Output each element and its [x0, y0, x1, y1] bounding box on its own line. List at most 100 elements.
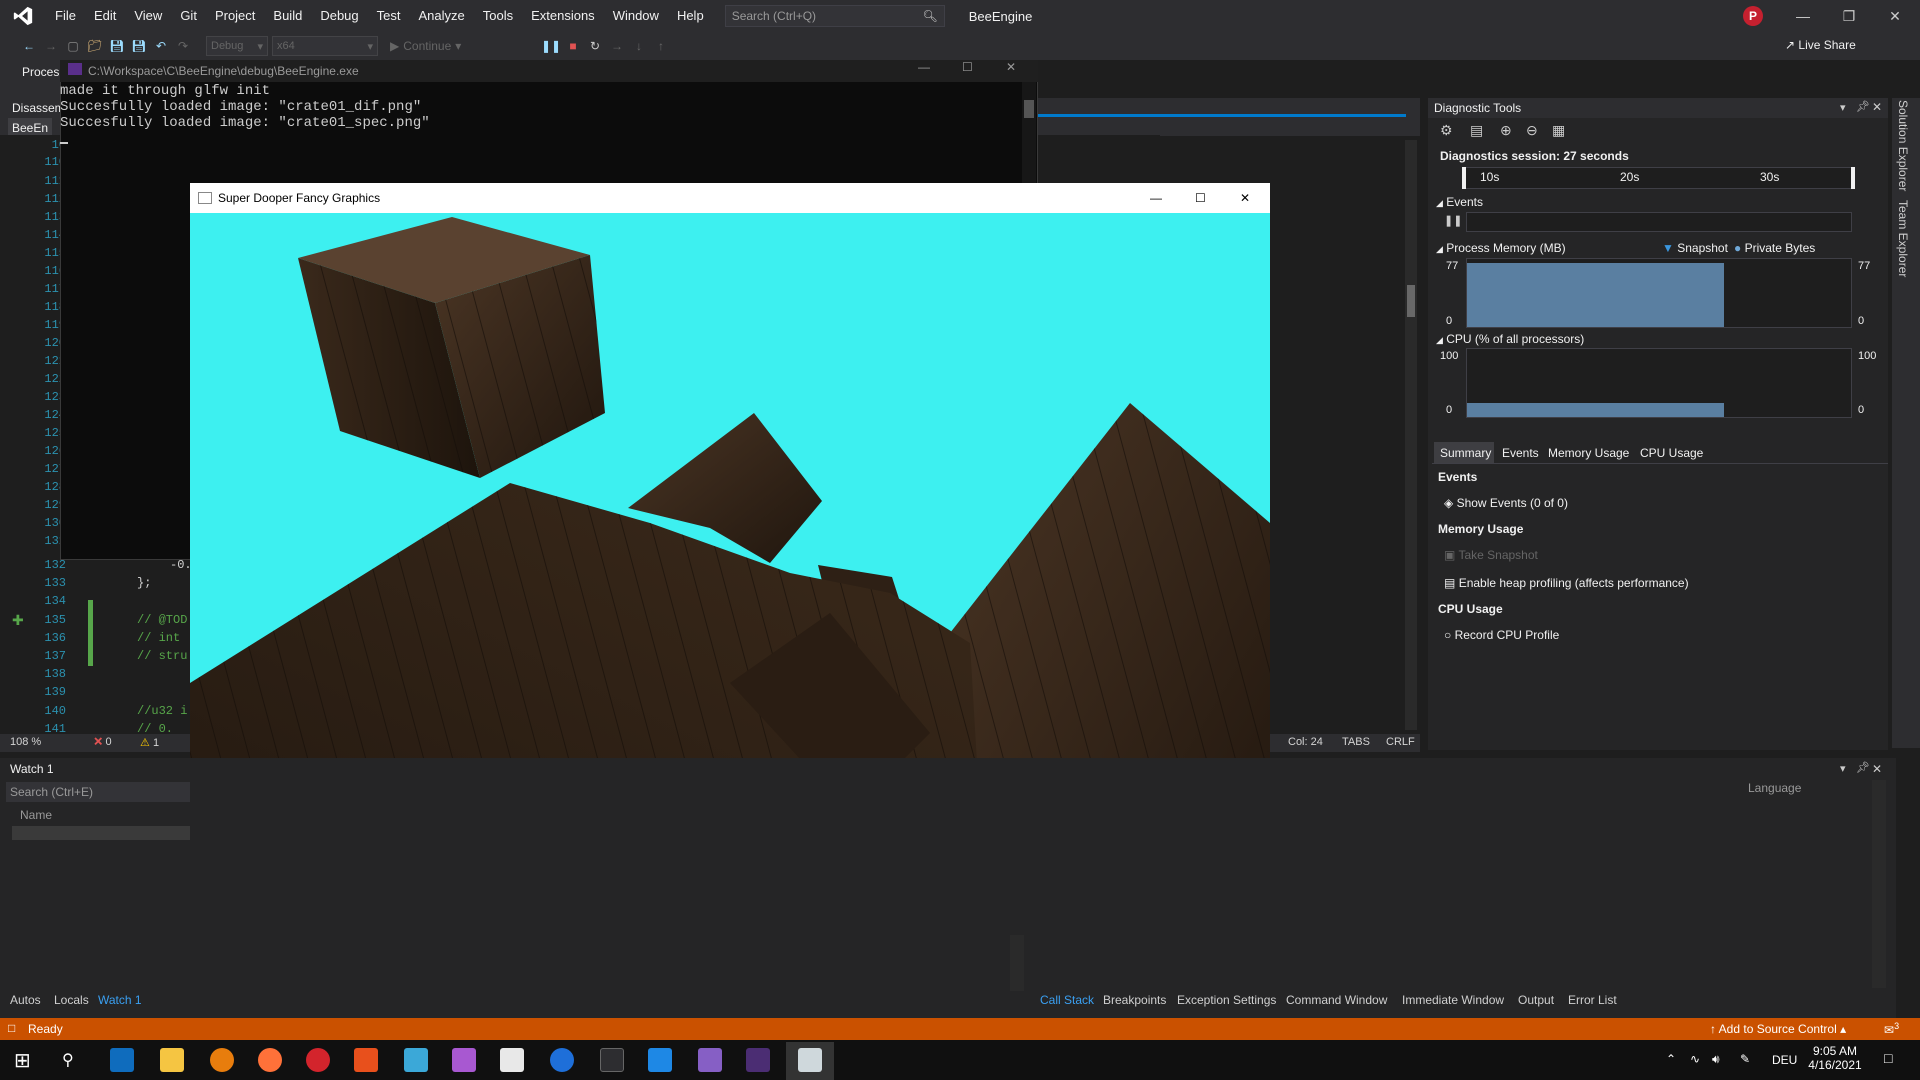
console-taskbar-icon[interactable]	[746, 1048, 770, 1072]
undo-icon[interactable]: ↶	[152, 37, 170, 55]
step-out-icon[interactable]: ↑	[652, 37, 670, 55]
graphics-maximize-icon[interactable]: ☐	[1195, 191, 1206, 205]
watch-empty-row[interactable]	[12, 826, 190, 840]
console-close-icon[interactable]: ✕	[1006, 60, 1016, 74]
zoom-level[interactable]: 108 %	[10, 736, 41, 748]
shotcut-icon[interactable]	[306, 1048, 330, 1072]
pin-icon[interactable]: 📌︎	[1856, 100, 1870, 113]
graphics-close-icon[interactable]: ✕	[1240, 191, 1250, 205]
graphics-window-titlebar[interactable]: Super Dooper Fancy Graphics — ☐ ✕	[190, 183, 1270, 213]
settings-icon[interactable]: ⚙	[1440, 122, 1453, 139]
menu-git[interactable]: Git	[171, 0, 206, 32]
taskbar-clock[interactable]: 9:05 AM 4/16/2021	[1800, 1044, 1870, 1072]
menu-view[interactable]: View	[125, 0, 171, 32]
memory-section-label[interactable]: ◢ Process Memory (MB)	[1436, 241, 1566, 255]
record-cpu-button[interactable]: ○ Record CPU Profile	[1444, 628, 1559, 642]
chevron-down-icon[interactable]: ▾	[1840, 101, 1846, 114]
tab-watch-1[interactable]: Watch 1	[98, 993, 142, 1007]
tab-autos[interactable]: Autos	[10, 993, 41, 1007]
platform-combo[interactable]: x64 ▾	[272, 36, 378, 56]
reset-view-icon[interactable]: ▦	[1552, 122, 1565, 139]
editor-scrollbar[interactable]	[1405, 140, 1417, 730]
zoom-out-icon[interactable]: ⊖	[1526, 122, 1538, 139]
menu-help[interactable]: Help	[668, 0, 713, 32]
pen-icon[interactable]: ✎	[1740, 1052, 1750, 1066]
heap-profiling-button[interactable]: ▤ Enable heap profiling (affects perform…	[1444, 576, 1689, 590]
input-language[interactable]: DEU	[1772, 1053, 1797, 1067]
profile-avatar[interactable]: P	[1743, 6, 1763, 26]
tab-breakpoints[interactable]: Breakpoints	[1103, 993, 1166, 1007]
menu-test[interactable]: Test	[368, 0, 410, 32]
menu-debug[interactable]: Debug	[311, 0, 367, 32]
menu-file[interactable]: File	[46, 0, 85, 32]
step-over-icon[interactable]: →	[608, 37, 626, 55]
call-stack-scrollbar[interactable]	[1872, 780, 1886, 988]
windows-start-icon[interactable]: ⊞	[14, 1048, 31, 1073]
network-icon[interactable]: ∿	[1690, 1052, 1700, 1066]
column-indicator[interactable]: Col: 24	[1288, 736, 1323, 748]
app-icon[interactable]	[354, 1048, 378, 1072]
warning-count[interactable]: ⚠ 1	[140, 736, 159, 749]
events-track[interactable]	[1466, 212, 1852, 232]
action-center-icon[interactable]: □	[1884, 1050, 1892, 1066]
search-input[interactable]: Search (Ctrl+Q) 🔍︎	[724, 5, 945, 27]
minimize-icon[interactable]: —	[1780, 0, 1826, 32]
restore-icon[interactable]: ❐	[1826, 0, 1872, 32]
pin-icon[interactable]: 📌︎	[1856, 761, 1870, 774]
app-blue-icon[interactable]	[550, 1048, 574, 1072]
scrollbar-thumb[interactable]	[1407, 285, 1415, 317]
tab-summary[interactable]: Summary	[1440, 446, 1491, 460]
chevron-up-icon[interactable]: ⌃	[1666, 1052, 1676, 1066]
tab-error-list[interactable]: Error List	[1568, 993, 1617, 1007]
continue-button[interactable]: ▶ Continue ▾	[390, 39, 478, 53]
live-share-button[interactable]: ↗ Live Share	[1785, 38, 1856, 52]
file-explorer-icon[interactable]	[160, 1048, 184, 1072]
graphics-window-taskbar-icon[interactable]	[798, 1048, 822, 1072]
menu-project[interactable]: Project	[206, 0, 264, 32]
console-titlebar[interactable]: C:\Workspace\C\BeeEngine\debug\BeeEngine…	[60, 60, 1038, 82]
close-icon[interactable]: ✕	[1872, 0, 1918, 32]
redo-icon[interactable]: ↷	[174, 37, 192, 55]
pause-icon[interactable]: ❚❚	[1444, 214, 1462, 227]
watch-scrollbar[interactable]	[1010, 935, 1024, 991]
chevron-down-icon[interactable]: ▾	[1840, 762, 1846, 775]
new-project-icon[interactable]: ▢	[64, 37, 82, 55]
menu-analyze[interactable]: Analyze	[409, 0, 473, 32]
tab-immediate-window[interactable]: Immediate Window	[1402, 993, 1504, 1007]
watch-search-input[interactable]: Search (Ctrl+E)	[6, 782, 190, 802]
affinity-photo-icon[interactable]	[452, 1048, 476, 1072]
menu-extensions[interactable]: Extensions	[522, 0, 604, 32]
show-events-link[interactable]: ◈ Show Events (0 of 0)	[1444, 496, 1568, 510]
menu-tools[interactable]: Tools	[474, 0, 522, 32]
unity-icon[interactable]	[500, 1048, 524, 1072]
events-section-label[interactable]: ◢ Events	[1436, 195, 1483, 209]
cpu-section-label[interactable]: ◢ CPU (% of all processors)	[1436, 332, 1584, 346]
visual-studio-icon[interactable]	[698, 1048, 722, 1072]
mail-icon[interactable]	[110, 1048, 134, 1072]
team-explorer-tab[interactable]: Team Explorer	[1896, 200, 1910, 277]
error-count[interactable]: ❌︎ 0	[94, 736, 112, 749]
tab-locals[interactable]: Locals	[54, 993, 89, 1007]
stop-icon[interactable]: ■	[564, 37, 582, 55]
take-snapshot-button[interactable]: ▣ Take Snapshot	[1444, 548, 1538, 562]
pause-icon[interactable]: ❚❚	[541, 37, 561, 55]
forward-icon[interactable]: →	[42, 37, 60, 55]
menu-edit[interactable]: Edit	[85, 0, 125, 32]
tab-memory-usage[interactable]: Memory Usage	[1548, 446, 1629, 460]
firefox-icon[interactable]	[258, 1048, 282, 1072]
tab-exception-settings[interactable]: Exception Settings	[1177, 993, 1276, 1007]
tab-command-window[interactable]: Command Window	[1286, 993, 1387, 1007]
console-maximize-icon[interactable]: ☐	[962, 60, 973, 74]
breakpoint-add-icon[interactable]: ✚	[12, 612, 24, 629]
visual-studio-logo-icon[interactable]	[0, 0, 46, 32]
config-combo[interactable]: Debug ▾	[206, 36, 268, 56]
vscode-icon[interactable]	[648, 1048, 672, 1072]
console-minimize-icon[interactable]: —	[918, 60, 930, 74]
source-control-button[interactable]: ↑ Add to Source Control ▴	[1710, 1022, 1846, 1036]
panel-close-icon[interactable]: ✕	[1872, 762, 1882, 776]
tabs-indicator[interactable]: TABS	[1342, 736, 1370, 748]
timeline-start-handle[interactable]	[1462, 167, 1466, 189]
timeline-end-handle[interactable]	[1851, 167, 1855, 189]
terminal-icon[interactable]	[600, 1048, 624, 1072]
blender-icon[interactable]	[210, 1048, 234, 1072]
